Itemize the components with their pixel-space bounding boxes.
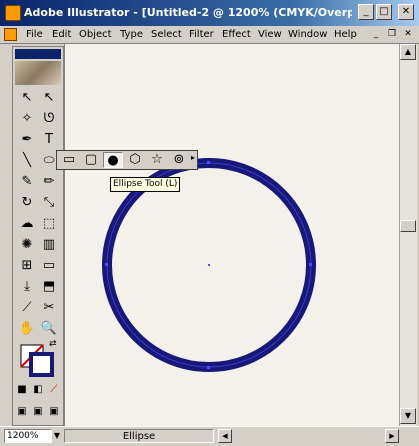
artboard-canvas[interactable] [64, 44, 400, 426]
type-tool-icon[interactable]: T [39, 131, 59, 149]
tool-tooltip: Ellipse Tool (L) [110, 177, 181, 192]
standard-screen-mode-button[interactable]: ▣ [15, 403, 29, 421]
flyout-ellipse-tool-icon[interactable]: ● [103, 152, 123, 168]
minimize-button[interactable]: _ [358, 4, 374, 20]
menu-help[interactable]: Help [334, 29, 357, 40]
menu-edit[interactable]: Edit [52, 29, 71, 40]
title-bar: Adobe Illustrator - [Untitled-2 @ 1200% … [0, 0, 419, 26]
flyout-star-tool-icon[interactable]: ☆ [147, 152, 167, 168]
column-graph-tool-icon[interactable]: ▥ [39, 236, 59, 254]
color-mode-button[interactable]: ■ [15, 381, 29, 399]
document-icon[interactable] [4, 28, 17, 41]
gradient-tool-icon[interactable]: ▭ [39, 257, 59, 275]
eyedropper-tool-icon[interactable]: ⤓ [17, 278, 37, 296]
anchor-point-bottom[interactable] [207, 366, 210, 369]
window-title: Adobe Illustrator - [Untitled-2 @ 1200% … [24, 6, 352, 19]
status-bar: 1200% ▼ Ellipse ◀ ▶ [0, 426, 419, 446]
lasso-tool-icon[interactable]: ᘎ [39, 110, 59, 128]
full-screen-mode-button[interactable]: ▣ [47, 403, 61, 421]
doc-restore-button[interactable]: ❐ [386, 29, 398, 40]
magic-wand-tool-icon[interactable]: ✧ [17, 110, 37, 128]
scroll-left-button[interactable]: ◀ [218, 429, 232, 443]
menu-file[interactable]: File [26, 29, 43, 40]
doc-minimize-button[interactable]: _ [370, 29, 382, 40]
swap-fill-stroke-icon[interactable]: ⇄ [49, 339, 57, 349]
vertical-scrollbar[interactable]: ▲ ▼ [399, 44, 417, 426]
flyout-flare-tool-icon[interactable]: ⊚ [169, 152, 189, 168]
flyout-polygon-tool-icon[interactable]: ⬡ [125, 152, 145, 168]
menu-effect[interactable]: Effect [222, 29, 251, 40]
menu-bar: File Edit Object Type Select Filter Effe… [0, 26, 419, 44]
flyout-rounded-rectangle-tool-icon[interactable]: ▢ [81, 152, 101, 168]
warp-tool-icon[interactable]: ☁ [17, 215, 37, 233]
menu-filter[interactable]: Filter [189, 29, 214, 40]
toolbox-panel: ↖ ↖ ✧ ᘎ ✒ T ╲ ⬭ ✎ ✏ ↻ ⤡ ☁ ⬚ ✺ ▥ ⊞ ▭ ⤓ ⬒ ⟋ ✂ ✋ 🔍 ⇄ ■ ◧ ⟋ ▣ ▣ ▣ [12, 46, 64, 426]
toolbox-splash-image[interactable] [15, 61, 61, 85]
menu-object[interactable]: Object [79, 29, 112, 40]
zoom-level-field[interactable]: 1200% [4, 429, 52, 443]
none-mode-button[interactable]: ⟋ [47, 381, 61, 399]
toolbox-title-bar[interactable] [15, 49, 61, 59]
artwork [102, 158, 316, 372]
doc-close-button[interactable]: ✕ [402, 29, 414, 40]
paintbrush-tool-icon[interactable]: ✎ [17, 173, 37, 191]
free-transform-tool-icon[interactable]: ⬚ [39, 215, 59, 233]
full-screen-menu-mode-button[interactable]: ▣ [31, 403, 45, 421]
vertical-scroll-thumb[interactable] [400, 220, 416, 232]
symbol-sprayer-tool-icon[interactable]: ✺ [17, 236, 37, 254]
slice-tool-icon[interactable]: ⟋ [17, 299, 37, 317]
close-button[interactable]: ✕ [398, 4, 414, 20]
illustrator-app-icon[interactable] [5, 5, 21, 21]
center-point [208, 264, 210, 266]
scale-tool-icon[interactable]: ⤡ [39, 194, 59, 212]
gradient-mode-button[interactable]: ◧ [31, 381, 45, 399]
anchor-point-top[interactable] [207, 161, 210, 164]
pen-tool-icon[interactable]: ✒ [17, 131, 37, 149]
menu-select[interactable]: Select [151, 29, 182, 40]
status-current-tool[interactable]: Ellipse [64, 429, 214, 443]
anchor-point-left[interactable] [105, 263, 108, 266]
scissors-tool-icon[interactable]: ✂ [39, 299, 59, 317]
scroll-down-button[interactable]: ▼ [400, 408, 416, 424]
blend-tool-icon[interactable]: ⬒ [39, 278, 59, 296]
hand-tool-icon[interactable]: ✋ [17, 320, 37, 338]
menu-window[interactable]: Window [288, 29, 327, 40]
zoom-tool-icon[interactable]: 🔍 [39, 320, 59, 338]
scroll-right-button[interactable]: ▶ [385, 429, 399, 443]
zoom-dropdown-arrow[interactable]: ▼ [52, 429, 62, 443]
menu-view[interactable]: View [258, 29, 282, 40]
flyout-tearoff-icon[interactable]: ▸ [191, 153, 195, 162]
pencil-tool-icon[interactable]: ✏ [39, 173, 59, 191]
maximize-button[interactable]: □ [376, 4, 392, 20]
selection-tool-icon[interactable]: ↖ [17, 89, 37, 107]
scroll-up-button[interactable]: ▲ [400, 44, 416, 60]
flyout-rectangle-tool-icon[interactable]: ▭ [59, 152, 79, 168]
direct-selection-tool-icon[interactable]: ↖ [39, 89, 59, 107]
rotate-tool-icon[interactable]: ↻ [17, 194, 37, 212]
shape-tools-flyout: ▭ ▢ ● ⬡ ☆ ⊚ ▸ [56, 150, 198, 170]
menu-type[interactable]: Type [120, 29, 143, 40]
anchor-point-right[interactable] [309, 263, 312, 266]
line-tool-icon[interactable]: ╲ [17, 152, 37, 170]
mesh-tool-icon[interactable]: ⊞ [17, 257, 37, 275]
